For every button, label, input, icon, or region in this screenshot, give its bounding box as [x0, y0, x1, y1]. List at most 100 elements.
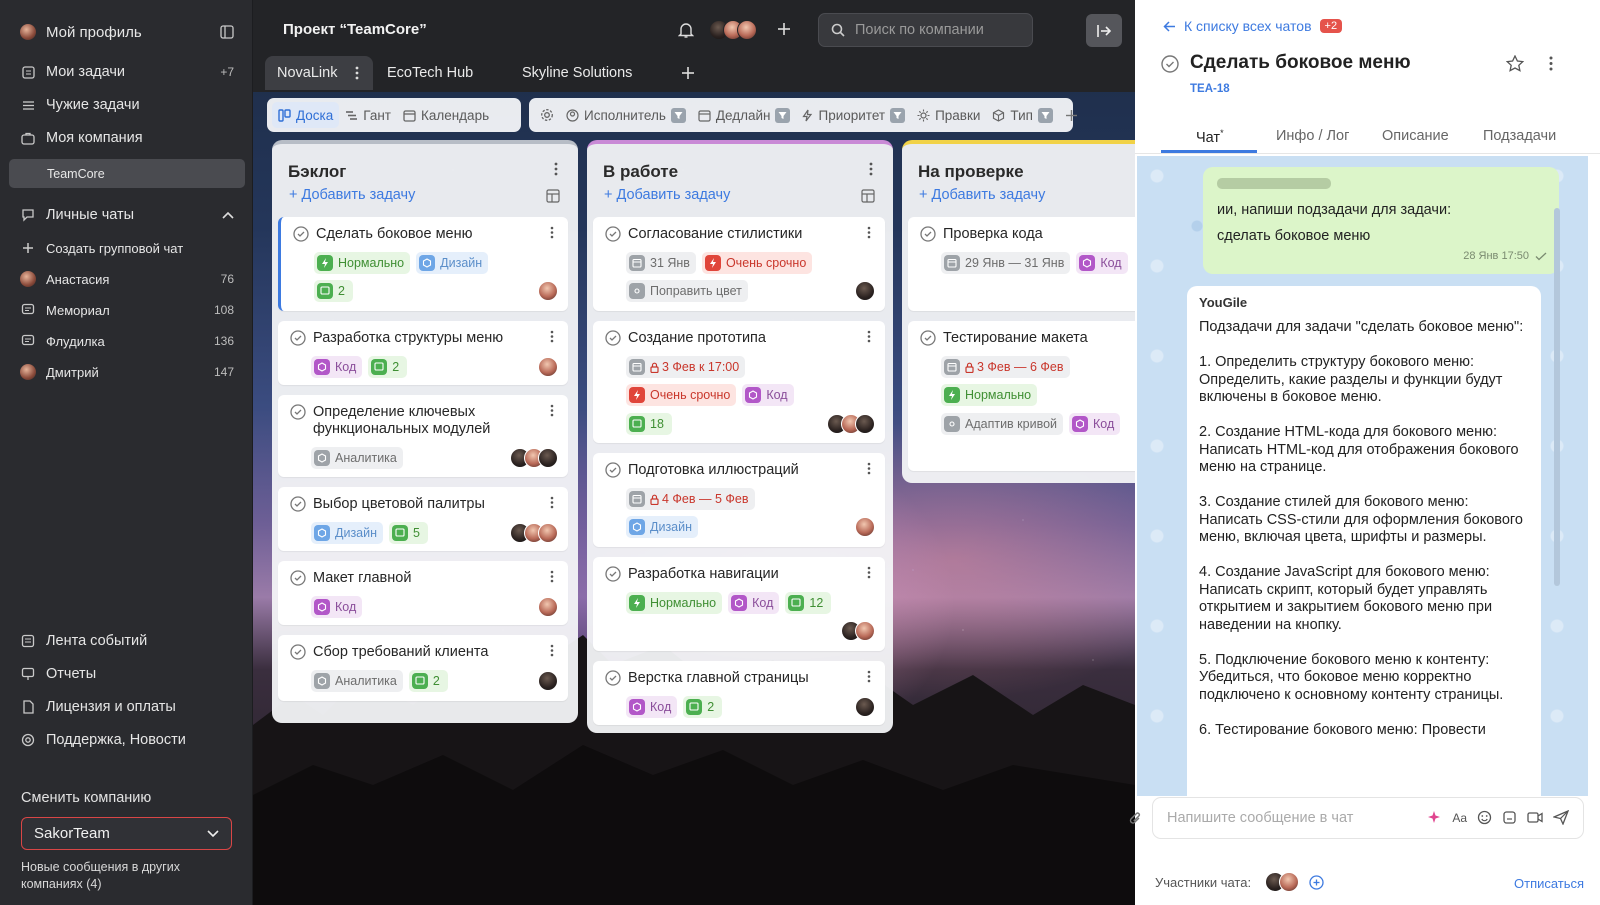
check-circle-icon[interactable]: [605, 226, 621, 242]
profile-link[interactable]: Мой профиль: [20, 19, 234, 45]
more-vertical-icon[interactable]: [550, 226, 554, 239]
tab-info-log[interactable]: Инфо / Лог: [1276, 128, 1349, 144]
comments-tag[interactable]: 18: [626, 413, 672, 435]
task-card[interactable]: Создание прототипа 3 Фев к 17:00 Очень с…: [593, 321, 885, 443]
check-circle-icon[interactable]: [293, 226, 309, 242]
tab-chat[interactable]: Чат*: [1196, 128, 1224, 146]
outgoing-message[interactable]: ии, напиши подзадачи для задачи: сделать…: [1203, 167, 1559, 274]
comments-tag[interactable]: 2: [368, 356, 408, 378]
task-card[interactable]: Подготовка иллюстраций 4 Фев — 5 Фев Диз…: [593, 453, 885, 547]
filter-deadline[interactable]: Дедлайн: [692, 102, 797, 128]
video-icon[interactable]: [1527, 811, 1543, 824]
layout-icon[interactable]: [546, 189, 560, 203]
type-tag[interactable]: Код: [1069, 413, 1121, 435]
priority-tag[interactable]: Очень срочно: [626, 384, 737, 406]
chat-item-dmitry[interactable]: Дмитрий 147: [20, 359, 234, 385]
filter-type[interactable]: Тип: [986, 102, 1059, 128]
check-circle-icon[interactable]: [1161, 55, 1179, 73]
type-tag[interactable]: Аналитика: [311, 447, 403, 469]
personal-chats-header[interactable]: Личные чаты: [20, 202, 234, 228]
filter-priority[interactable]: Приоритет: [796, 102, 911, 128]
type-tag[interactable]: Дизайн: [626, 516, 699, 538]
assignees[interactable]: [855, 281, 875, 301]
filter-edits[interactable]: Правки: [911, 102, 986, 128]
more-vertical-icon[interactable]: [867, 670, 871, 683]
tab-description[interactable]: Описание: [1382, 128, 1449, 144]
more-vertical-icon[interactable]: [1549, 56, 1553, 71]
task-card[interactable]: Сбор требований клиента Аналитика 2: [278, 635, 568, 701]
more-vertical-icon[interactable]: [869, 162, 873, 176]
check-circle-icon[interactable]: [920, 330, 936, 346]
check-circle-icon[interactable]: [290, 330, 306, 346]
sidebar-item-support[interactable]: Поддержка, Новости: [20, 727, 234, 753]
priority-tag[interactable]: Нормально: [626, 592, 723, 614]
check-circle-icon[interactable]: [605, 670, 621, 686]
bell-icon[interactable]: [678, 22, 694, 39]
deadline-tag[interactable]: 3 Фев к 17:00: [626, 356, 746, 378]
type-tag[interactable]: Дизайн: [416, 252, 489, 274]
task-card[interactable]: Верстка главной страницы Код 2: [593, 661, 885, 725]
add-filter-icon[interactable]: [1059, 102, 1084, 128]
chat-item-fludilka[interactable]: Флудилка 136: [20, 328, 234, 354]
type-tag[interactable]: Код: [742, 384, 794, 406]
ai-sparkle-icon[interactable]: [1427, 810, 1442, 825]
type-tag[interactable]: Код: [626, 696, 678, 718]
add-task-button[interactable]: + Добавить задачу: [919, 187, 1045, 203]
type-tag[interactable]: Код: [311, 356, 363, 378]
assignees[interactable]: [538, 597, 558, 617]
task-card[interactable]: Тестирование макета 3 Фев — 6 Фев Нормал…: [908, 321, 1135, 471]
task-card[interactable]: Макет главной Код: [278, 561, 568, 625]
assignees[interactable]: [841, 621, 875, 641]
more-vertical-icon[interactable]: [550, 330, 554, 343]
task-card[interactable]: Определение ключевых функциональных моду…: [278, 395, 568, 477]
check-circle-icon[interactable]: [290, 404, 306, 420]
assignees[interactable]: [827, 414, 875, 434]
send-icon[interactable]: [1553, 810, 1569, 825]
task-code[interactable]: TEA-18: [1190, 83, 1230, 95]
company-select[interactable]: SakorTeam: [21, 817, 232, 850]
assignees[interactable]: [855, 697, 875, 717]
deadline-tag[interactable]: 31 Янв: [626, 252, 696, 274]
priority-tag[interactable]: Нормально: [941, 384, 1038, 406]
assignees[interactable]: [538, 357, 558, 377]
add-member-icon[interactable]: [1309, 874, 1324, 890]
deadline-tag[interactable]: 29 Янв — 31 Янв: [941, 252, 1071, 274]
view-calendar-button[interactable]: Календарь: [397, 102, 495, 128]
emoji-icon[interactable]: [1477, 810, 1492, 825]
chat-item-memorial[interactable]: Мемориал 108: [20, 297, 234, 323]
more-vertical-icon[interactable]: [550, 404, 554, 417]
assignees[interactable]: [510, 523, 558, 543]
chat-messages[interactable]: ии, напиши подзадачи для задачи: сделать…: [1137, 156, 1588, 796]
more-vertical-icon[interactable]: [550, 496, 554, 509]
edits-tag[interactable]: Поправить цвет: [626, 280, 748, 302]
sticker-icon[interactable]: [1502, 810, 1517, 825]
project-members[interactable]: [709, 20, 757, 40]
more-vertical-icon[interactable]: [554, 162, 558, 176]
type-tag[interactable]: Код: [1076, 252, 1128, 274]
comments-tag[interactable]: 12: [785, 592, 832, 614]
chat-scrollbar[interactable]: [1554, 208, 1560, 586]
type-tag[interactable]: Аналитика: [311, 670, 403, 692]
view-gantt-button[interactable]: Гант: [339, 102, 397, 128]
back-to-chats-link[interactable]: К списку всех чатов +2: [1163, 18, 1343, 34]
attach-icon[interactable]: [1128, 810, 1143, 827]
unsubscribe-link[interactable]: Отписаться: [1514, 876, 1584, 891]
create-group-chat-button[interactable]: Создать групповой чат: [20, 235, 234, 261]
assignees[interactable]: [538, 281, 558, 301]
check-circle-icon[interactable]: [920, 226, 936, 242]
task-card[interactable]: Выбор цветовой палитры Дизайн 5: [278, 487, 568, 551]
view-board-button[interactable]: Доска: [272, 102, 340, 128]
check-circle-icon[interactable]: [290, 644, 306, 660]
assignees[interactable]: [855, 517, 875, 537]
add-member-icon[interactable]: [777, 22, 791, 36]
member-avatars[interactable]: [1265, 872, 1300, 892]
more-vertical-icon[interactable]: [550, 644, 554, 657]
add-task-button[interactable]: + Добавить задачу: [289, 187, 415, 203]
assignees[interactable]: [538, 671, 558, 691]
type-tag[interactable]: Код: [311, 596, 363, 618]
sidebar-item-my-tasks[interactable]: Мои задачи +7: [20, 59, 234, 85]
priority-tag[interactable]: Очень срочно: [701, 252, 813, 274]
settings-gear-icon[interactable]: [534, 102, 560, 128]
edits-tag[interactable]: Адаптив кривой: [941, 413, 1064, 435]
add-task-button[interactable]: + Добавить задачу: [604, 187, 730, 203]
